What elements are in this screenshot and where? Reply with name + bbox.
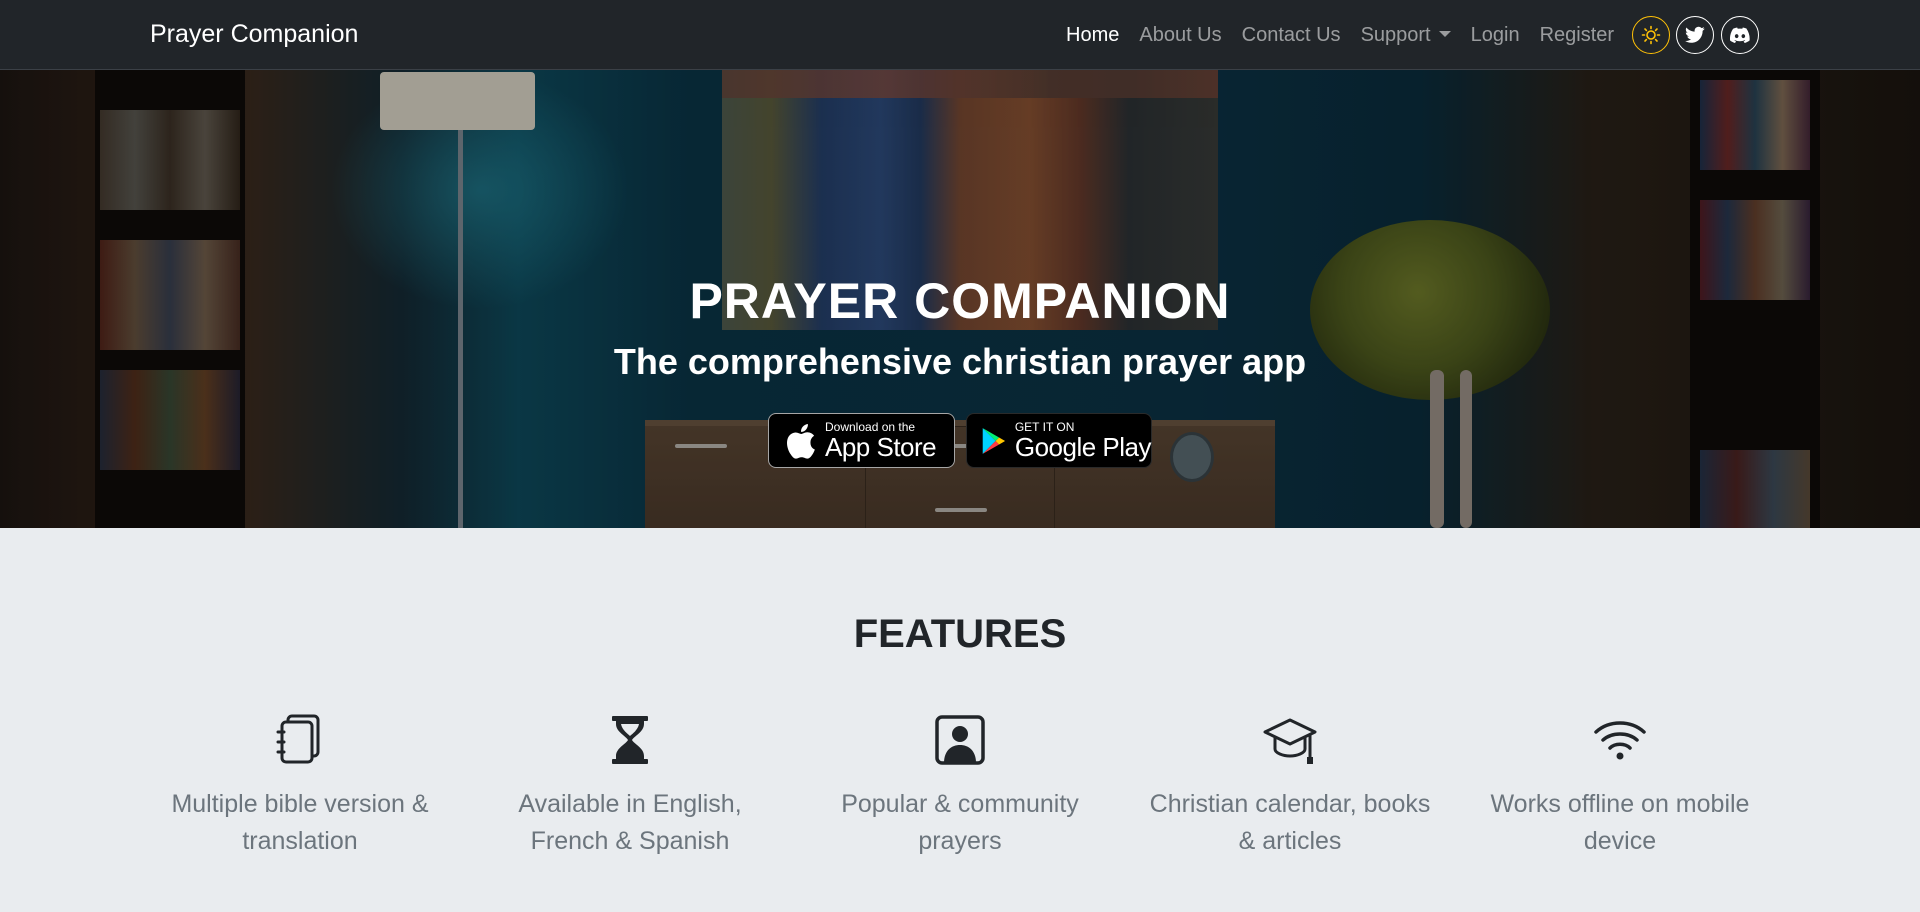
feature-item: Popular & community prayers xyxy=(810,712,1110,860)
feature-text: Christian calendar, books & articles xyxy=(1149,790,1431,855)
caret-down-icon xyxy=(1438,31,1451,38)
nav-about-us[interactable]: About Us xyxy=(1139,24,1221,47)
discord-icon xyxy=(1730,27,1750,43)
twitter-button[interactable] xyxy=(1676,16,1714,54)
hero-subtitle: The comprehensive christian prayer app xyxy=(613,341,1307,382)
feature-item: Works offline on mobile device xyxy=(1470,712,1770,860)
feature-item: Multiple bible version & translation xyxy=(150,712,450,860)
nav-login[interactable]: Login xyxy=(1471,24,1520,47)
feature-text: Available in English, French & Spanish xyxy=(518,790,742,855)
google-play-button[interactable]: GET IT ON Google Play xyxy=(966,413,1152,468)
google-play-big-text: Google Play xyxy=(1014,431,1152,462)
wifi-icon xyxy=(1594,721,1646,760)
apple-icon xyxy=(787,423,815,459)
nav-home[interactable]: Home xyxy=(1066,24,1119,47)
discord-button[interactable] xyxy=(1721,16,1759,54)
hero-banner: PRAYER COMPANION The comprehensive chris… xyxy=(0,70,1920,528)
journals-icon xyxy=(276,714,320,764)
features-heading: FEATURES xyxy=(853,612,1067,656)
theme-toggle-button[interactable] xyxy=(1632,16,1670,54)
hourglass-icon xyxy=(612,716,648,764)
app-store-big-text: App Store xyxy=(825,431,937,462)
nav-support-label: Support xyxy=(1360,24,1431,46)
navbar: Prayer Companion Home About Us Contact U… xyxy=(0,0,1920,70)
person-square-icon xyxy=(935,715,985,765)
sun-icon xyxy=(1641,25,1661,45)
google-play-icon xyxy=(982,427,1006,454)
twitter-icon xyxy=(1685,26,1705,43)
nav-register[interactable]: Register xyxy=(1540,24,1614,47)
nav-support-dropdown[interactable]: Support xyxy=(1361,24,1451,47)
hero-title: PRAYER COMPANION xyxy=(689,273,1231,329)
feature-text: Works offline on mobile device xyxy=(1490,790,1750,855)
brand-link[interactable]: Prayer Companion xyxy=(150,20,358,49)
feature-text: Multiple bible version & translation xyxy=(171,790,429,855)
feature-item: Available in English, French & Spanish xyxy=(480,712,780,860)
feature-text: Popular & community prayers xyxy=(841,790,1079,855)
nav-links: Home About Us Contact Us Support Login R… xyxy=(1066,24,1634,47)
mortarboard-icon xyxy=(1263,718,1317,764)
nav-contact-us[interactable]: Contact Us xyxy=(1242,24,1341,47)
app-store-button[interactable]: Download on the App Store xyxy=(768,413,955,468)
feature-item: Christian calendar, books & articles xyxy=(1140,712,1440,860)
